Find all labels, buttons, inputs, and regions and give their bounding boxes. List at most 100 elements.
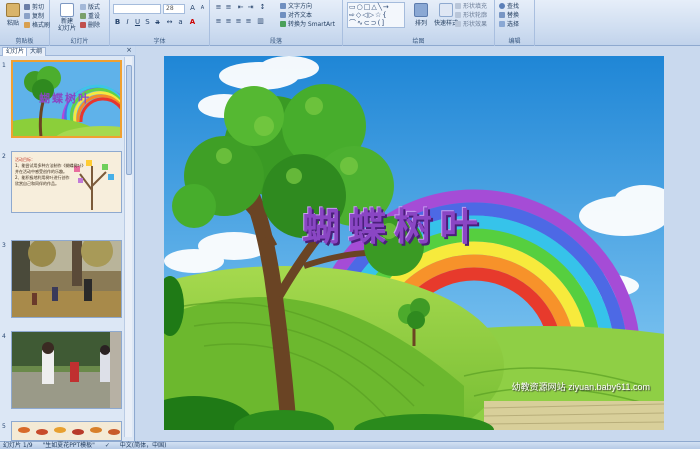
slides-label: 幻灯片 <box>70 38 89 45</box>
language: 中文(简体，中国) <box>119 442 167 449</box>
underline-icon[interactable]: U <box>133 18 142 27</box>
slide-thumbnail-4[interactable] <box>11 331 122 409</box>
align-right-icon[interactable]: ≡ <box>234 17 243 26</box>
clipboard-group: 粘贴 剪切 复制 格式刷 剪贴板 <box>0 0 50 46</box>
select-icon <box>499 21 505 27</box>
font-name-field[interactable] <box>113 4 161 14</box>
format-painter-button[interactable]: 格式刷 <box>24 21 50 30</box>
tab-outline[interactable]: 大纲 <box>26 47 47 56</box>
smartart-icon <box>280 21 286 27</box>
reset-icon <box>80 13 86 19</box>
drawing-group: ▭○□△╲→ ⇨◇◁▷☆{⌒∿⊂⊃(] 排列 快速样式 形状填充 形状轮廓 形状效… <box>343 0 495 46</box>
scissors-icon <box>24 4 30 10</box>
close-icon[interactable]: × <box>126 46 132 54</box>
tab-slides[interactable]: 幻灯片 <box>2 47 29 56</box>
editing-group: 查找 替换 选择 编辑 <box>495 0 535 46</box>
arrange-icon <box>414 3 428 17</box>
copy-button[interactable]: 复制 <box>24 12 44 21</box>
slide-thumbnail-1[interactable]: 蝴蝶树叶 <box>11 60 122 138</box>
delete-icon <box>80 22 86 28</box>
columns-icon[interactable]: ▥ <box>256 17 265 26</box>
paragraph-label: 段落 <box>269 38 282 45</box>
cut-button[interactable]: 剪切 <box>24 3 44 12</box>
align-text-icon <box>280 12 286 18</box>
paragraph-group: ≡ ≡ ⇤ ⇥ ↕ ≡ ≡ ≡ ≡ ▥ 文字方向 对齐文本 转换为 SmartA… <box>210 0 343 46</box>
current-slide[interactable]: 蝴蝶树叶 幼教资源网站 ziyuan.baby611.com <box>164 56 664 430</box>
spacing-icon[interactable]: ↔ <box>165 18 174 27</box>
new-slide-button[interactable]: 新建 幻灯片 <box>56 2 78 32</box>
bullets-icon[interactable]: ≡ <box>214 3 223 12</box>
clipboard-label: 剪贴板 <box>15 38 34 45</box>
slide-editor: 蝴蝶树叶 幼教资源网站 ziyuan.baby611.com <box>136 46 700 441</box>
paste-icon <box>6 3 20 17</box>
slide-thumbnail-2[interactable]: 活动目标： 1、能尝试用多种方法制作《蝴蝶树叶》 并在活动中感受创作的乐趣。 2… <box>11 151 122 213</box>
layout-button[interactable]: 版式 <box>80 3 100 12</box>
font-label: 字体 <box>153 38 166 45</box>
editing-label: 编辑 <box>508 38 521 45</box>
slide-number-4: 4 <box>2 333 6 340</box>
numbering-icon[interactable]: ≡ <box>224 3 233 12</box>
slide-count: 幻灯片 1/9 <box>3 442 33 449</box>
thumb1-title: 蝴蝶树叶 <box>39 92 91 105</box>
replace-icon <box>499 12 505 18</box>
bold-icon[interactable]: B <box>113 18 122 27</box>
align-left-icon[interactable]: ≡ <box>214 17 223 26</box>
shape-fill-button[interactable]: 形状填充 <box>455 2 487 11</box>
fill-bucket-icon <box>455 3 461 9</box>
shapes-gallery[interactable]: ▭○□△╲→ ⇨◇◁▷☆{⌒∿⊂⊃(] <box>347 2 405 28</box>
delete-button[interactable]: 删除 <box>80 21 100 30</box>
slide-number-1: 1 <box>2 62 6 69</box>
pen-icon <box>455 12 461 18</box>
font-group: 28 A A B I U S a ↔ a A 字体 <box>110 0 210 46</box>
grow-font-icon[interactable]: A <box>188 4 197 13</box>
slide-number-2: 2 <box>2 153 6 160</box>
layout-icon <box>80 4 86 10</box>
change-case-icon[interactable]: a <box>176 18 185 27</box>
reset-button[interactable]: 重设 <box>80 12 100 21</box>
scrollbar-thumb[interactable] <box>126 65 132 175</box>
increase-indent-icon[interactable]: ⇥ <box>246 3 255 12</box>
slide-title[interactable]: 蝴蝶树叶 <box>264 196 524 251</box>
paste-button[interactable]: 粘贴 <box>3 2 23 32</box>
check-icon: ✓ <box>104 442 110 449</box>
decrease-indent-icon[interactable]: ⇤ <box>236 3 245 12</box>
thumb5-leaves-picture <box>18 427 120 435</box>
find-icon <box>499 3 505 9</box>
shape-effects-button[interactable]: 形状效果 <box>455 20 487 29</box>
slides-panel: 幻灯片 大纲 × 1 蝴蝶树叶 2 活动目标： 1、能尝试用多种方法制作《蝴蝶树… <box>0 46 135 441</box>
align-center-icon[interactable]: ≡ <box>224 17 233 26</box>
drawing-label: 绘图 <box>412 38 425 45</box>
smartart-button[interactable]: 转换为 SmartArt <box>280 20 335 29</box>
strikethrough-icon[interactable]: a <box>153 18 162 27</box>
thumb2-text: 活动目标： 1、能尝试用多种方法制作《蝴蝶树叶》 并在活动中感受创作的乐趣。 2… <box>15 157 86 186</box>
shape-outline-button[interactable]: 形状轮廓 <box>455 11 487 20</box>
ribbon: 粘贴 剪切 复制 格式刷 剪贴板 新建 幻灯片 版式 重设 删除 幻灯片 28 … <box>0 0 700 46</box>
status-bar: 幻灯片 1/9 "生如夏花PPT模板" ✓ 中文(简体，中国) <box>0 441 700 449</box>
line-spacing-icon[interactable]: ↕ <box>258 3 267 12</box>
panel-scrollbar[interactable] <box>124 57 132 437</box>
panel-tabs: 幻灯片 大纲 × <box>0 46 135 56</box>
align-text-button[interactable]: 对齐文本 <box>280 11 312 20</box>
text-direction-button[interactable]: 文字方向 <box>280 2 312 11</box>
replace-button[interactable]: 替换 <box>499 11 519 20</box>
find-button[interactable]: 查找 <box>499 2 519 11</box>
thumb4-photo <box>12 332 121 408</box>
slide-thumbnail-5[interactable] <box>11 421 122 441</box>
theme-name: "生如夏花PPT模板" <box>42 442 95 449</box>
italic-icon[interactable]: I <box>123 18 132 27</box>
slide-thumbnail-3[interactable] <box>11 240 122 318</box>
font-color-icon[interactable]: A <box>188 18 197 27</box>
shrink-font-icon[interactable]: A <box>198 4 207 13</box>
slide-number-3: 3 <box>2 242 6 249</box>
quick-styles-icon <box>439 3 453 17</box>
font-size-field[interactable]: 28 <box>163 4 185 14</box>
shadow-icon[interactable]: S <box>143 18 152 27</box>
arrange-button[interactable]: 排列 <box>411 2 431 32</box>
select-button[interactable]: 选择 <box>499 20 519 29</box>
watermark-text: 幼教资源网站 ziyuan.baby611.com <box>511 382 650 392</box>
effects-icon <box>455 21 461 27</box>
thumb3-photo <box>12 241 121 317</box>
text-direction-icon <box>280 3 286 9</box>
slides-group: 新建 幻灯片 版式 重设 删除 幻灯片 <box>50 0 110 46</box>
justify-icon[interactable]: ≡ <box>244 17 253 26</box>
